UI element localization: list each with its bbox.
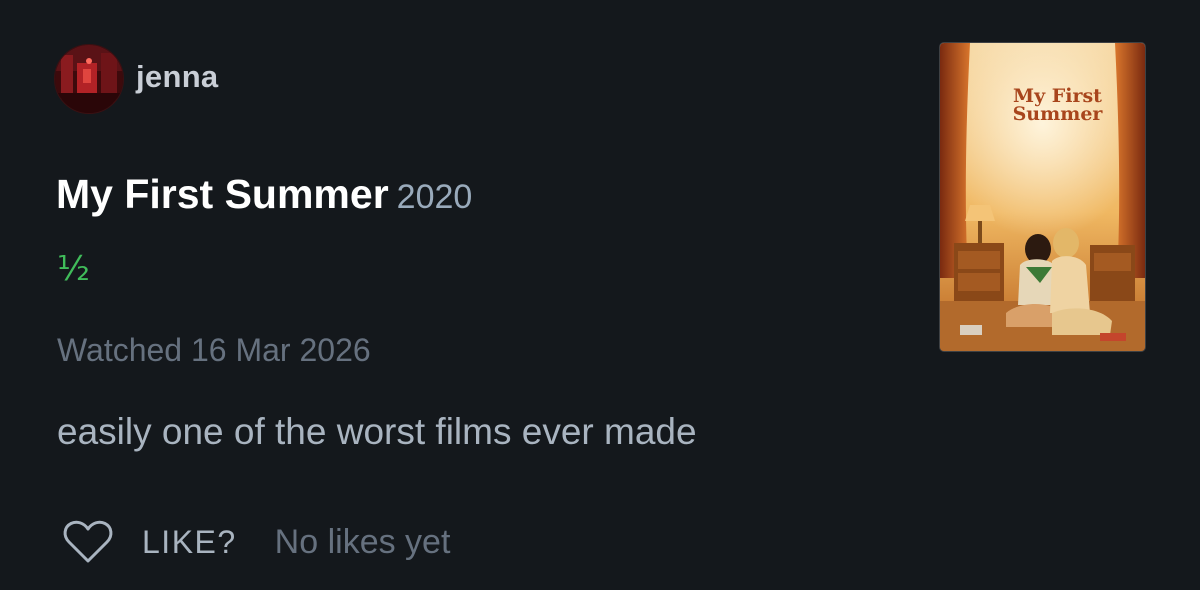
likes-row: LIKE? No likes yet (62, 518, 450, 566)
like-label[interactable]: LIKE? (142, 524, 237, 561)
like-button[interactable]: LIKE? (62, 519, 237, 565)
review-card: jenna My First Summer 2020 ½ Watched 16 M… (0, 0, 1200, 590)
poster-title: My First Summer (1012, 85, 1103, 125)
film-title[interactable]: My First Summer (56, 171, 389, 217)
watched-date: Watched 16 Mar 2026 (57, 332, 371, 368)
star-rating: ½ (57, 249, 90, 289)
review-author[interactable]: jenna (54, 44, 218, 114)
film-heading: My First Summer 2020 (56, 174, 472, 215)
likes-count: No likes yet (274, 522, 451, 561)
username[interactable]: jenna (136, 59, 218, 95)
review-text: easily one of the worst films ever made (57, 411, 697, 452)
film-year[interactable]: 2020 (397, 178, 473, 216)
avatar[interactable] (54, 44, 124, 114)
heart-icon[interactable] (62, 519, 114, 565)
film-poster[interactable]: My First Summer (940, 43, 1145, 351)
